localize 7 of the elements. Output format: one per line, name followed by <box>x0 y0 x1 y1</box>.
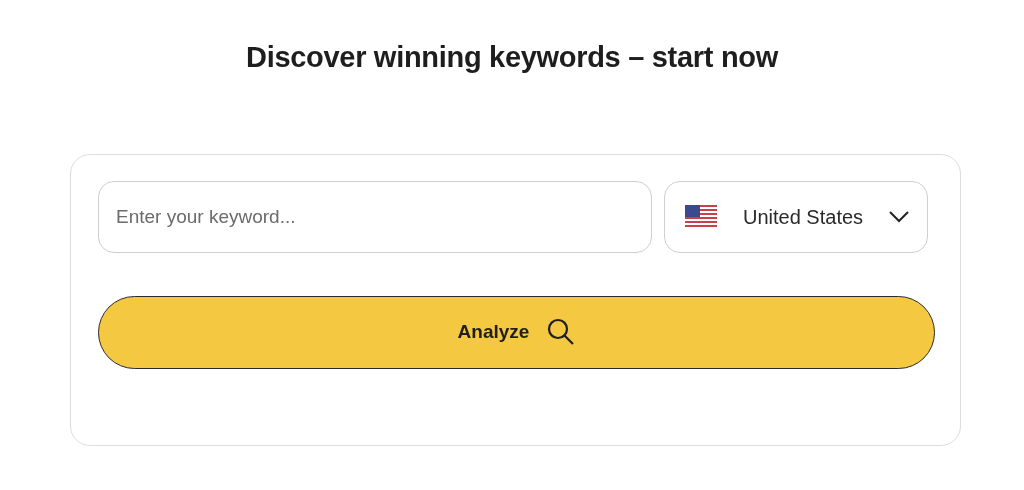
search-icon <box>547 318 576 347</box>
country-select[interactable]: United States <box>664 180 928 253</box>
analyze-button[interactable]: Analyze <box>98 295 935 369</box>
page-heading: Discover winning keywords – start now <box>245 40 780 75</box>
keyword-field[interactable]: Enter your keyword... <box>98 180 652 253</box>
chevron-down-icon <box>889 210 909 223</box>
flag-icon <box>685 204 717 229</box>
